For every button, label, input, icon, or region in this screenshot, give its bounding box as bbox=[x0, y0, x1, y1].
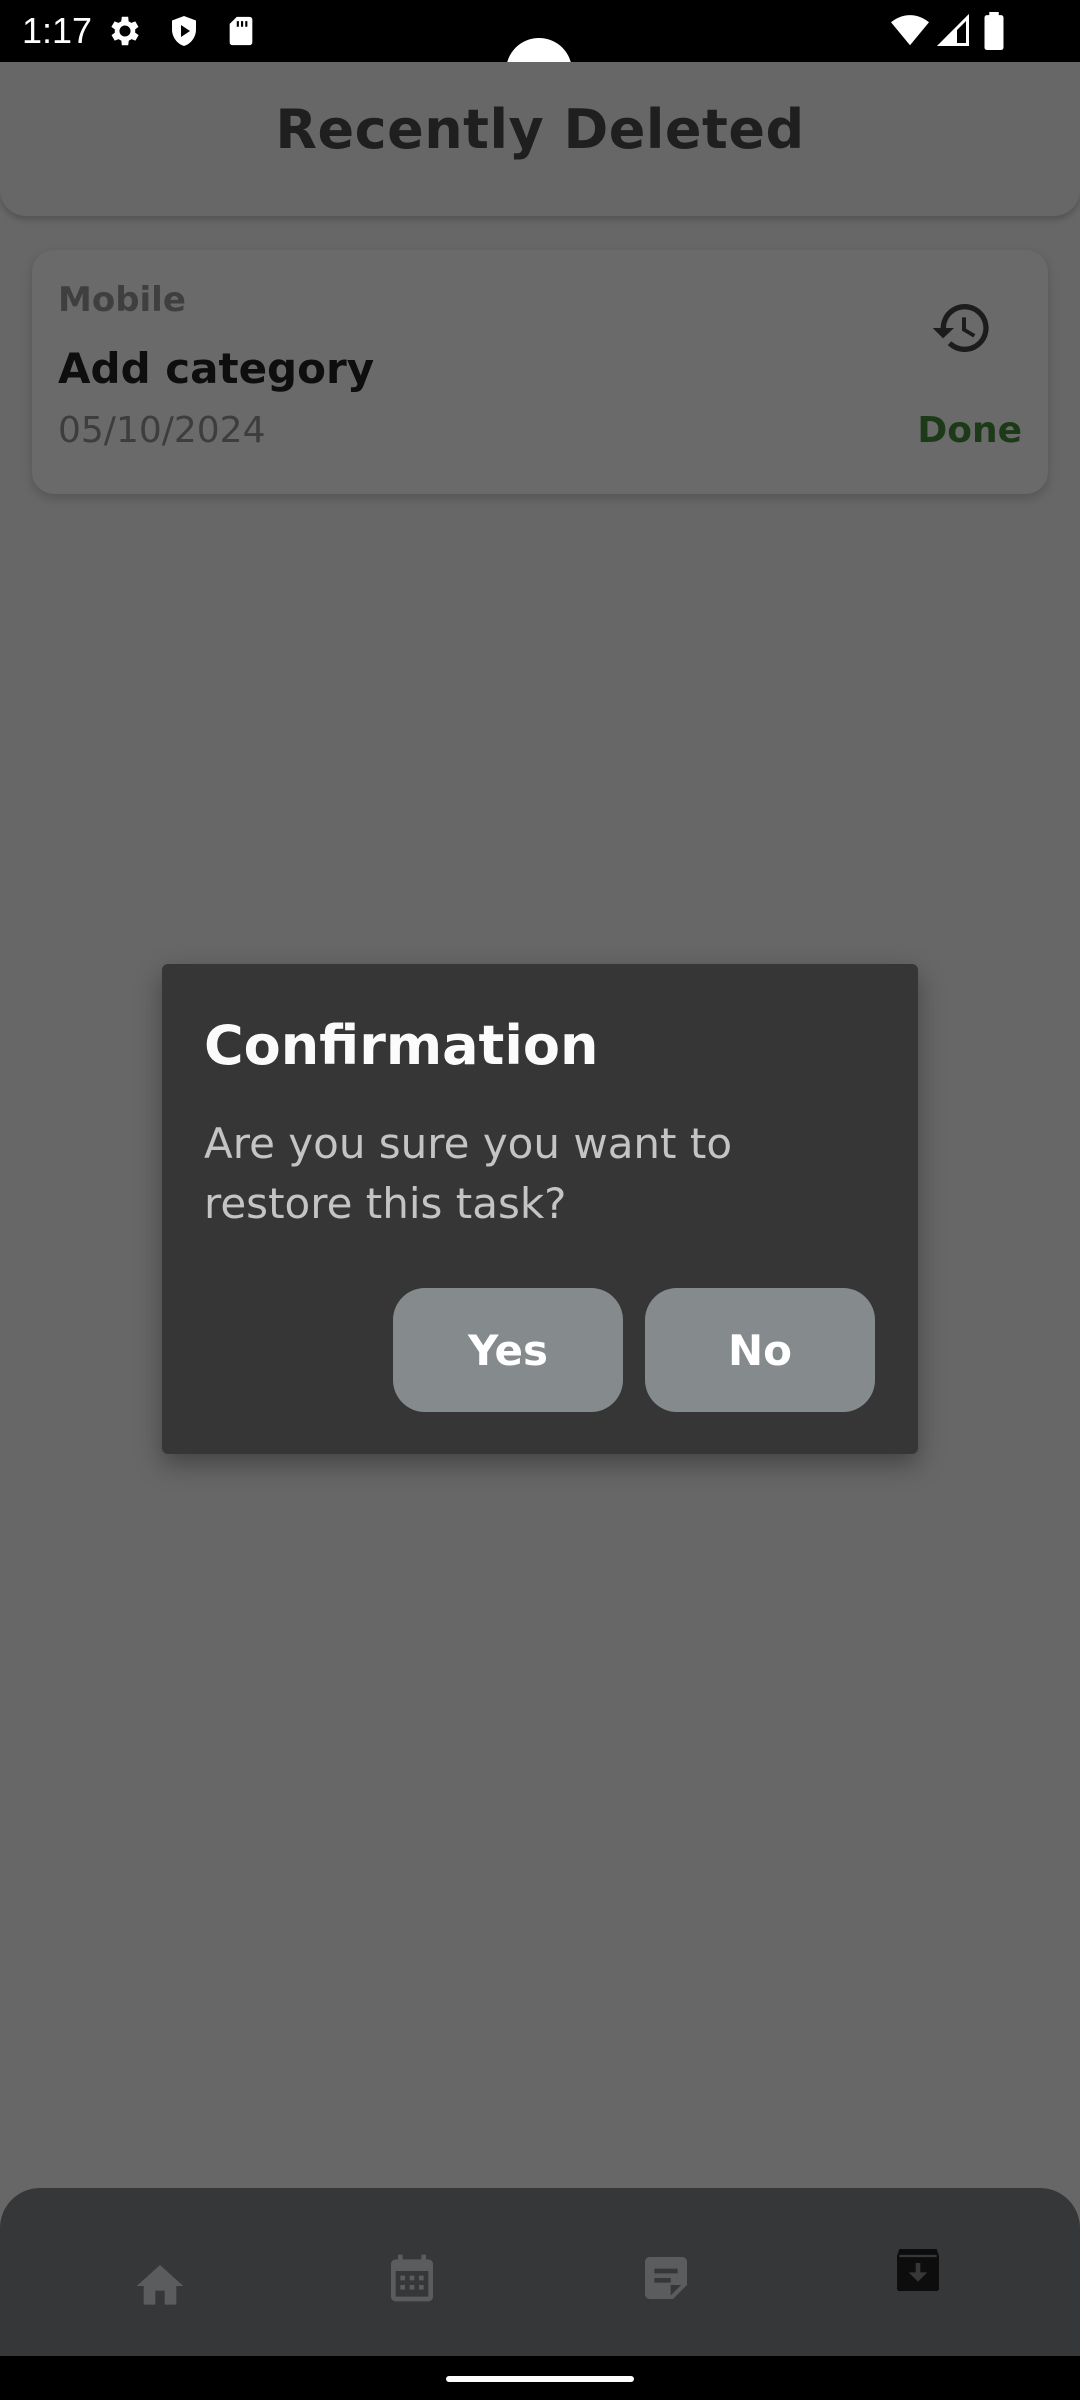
archive-icon[interactable] bbox=[890, 2242, 946, 2298]
status-time: 1:17 bbox=[22, 10, 93, 51]
task-title: Add category bbox=[58, 344, 375, 393]
page-title: Recently Deleted bbox=[275, 98, 805, 161]
yes-button[interactable]: Yes bbox=[393, 1288, 623, 1412]
cell-signal-icon bbox=[936, 13, 969, 46]
settings-icon bbox=[111, 16, 139, 46]
home-icon[interactable] bbox=[132, 2258, 188, 2314]
no-button[interactable]: No bbox=[645, 1288, 875, 1412]
wifi-icon bbox=[891, 15, 929, 46]
dialog-title: Confirmation bbox=[204, 1014, 599, 1077]
task-category: Mobile bbox=[58, 280, 186, 320]
dialog-message: Are you sure you want to restore this ta… bbox=[204, 1119, 733, 1228]
task-status: Done bbox=[917, 410, 1022, 451]
gesture-handle[interactable] bbox=[446, 2376, 634, 2382]
notes-icon[interactable] bbox=[638, 2250, 694, 2306]
battery-icon bbox=[984, 12, 1004, 50]
shield-play-icon bbox=[172, 16, 196, 46]
restore-history-icon[interactable] bbox=[930, 296, 994, 360]
bottom-navigation bbox=[0, 2188, 1080, 2356]
task-date: 05/10/2024 bbox=[58, 410, 266, 451]
task-card[interactable]: Mobile Add category 05/10/2024 Done bbox=[32, 250, 1048, 494]
confirmation-dialog: Confirmation Are you sure you want to re… bbox=[162, 964, 918, 1454]
sd-card-icon bbox=[229, 16, 253, 46]
calendar-icon[interactable] bbox=[384, 2250, 440, 2306]
